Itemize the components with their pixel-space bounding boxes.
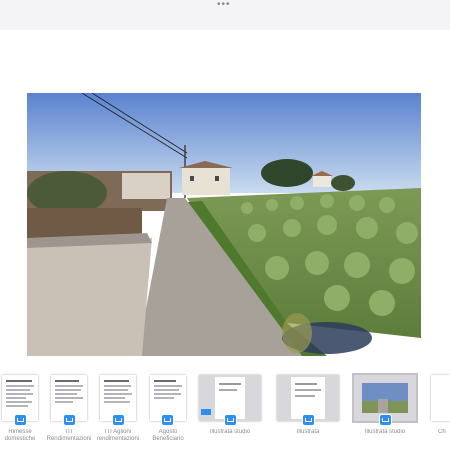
thumbnail-8[interactable] <box>431 375 450 421</box>
mail-icon <box>380 415 391 425</box>
thumbnail-caption: Illustrata <box>296 429 320 435</box>
thumbnail-caption: Ch <box>438 429 446 435</box>
thumbnail-caption: Agosto Beneficiario <box>152 429 184 442</box>
more-dots-icon[interactable]: ••• <box>217 0 231 10</box>
title-bar: ••• <box>0 0 450 30</box>
main-photo <box>27 93 421 356</box>
mail-icon <box>64 415 75 425</box>
mail-icon <box>113 415 124 425</box>
mail-icon <box>225 415 236 425</box>
mail-icon <box>15 415 26 425</box>
thumbnail-caption: Illustrata studio <box>364 429 406 435</box>
mail-icon <box>162 415 173 425</box>
thumbnail-strip: Rimesse domestiche ITI Rendimentazioni I… <box>0 360 450 450</box>
thumbnail-caption: Illustrata studio <box>209 429 251 435</box>
mail-icon <box>303 415 314 425</box>
